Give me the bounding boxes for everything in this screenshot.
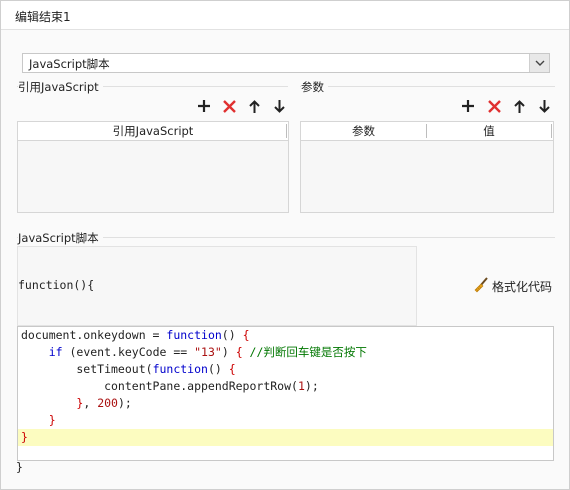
code-token: "13" xyxy=(194,345,222,359)
broom-icon xyxy=(473,277,489,296)
table-header: 参数 值 xyxy=(301,122,553,141)
code-token: (event.keyCode == xyxy=(62,345,195,359)
format-code-label: 格式化代码 xyxy=(492,280,553,294)
ref-js-table[interactable]: 引用JavaScript xyxy=(17,121,289,213)
script-group-label: JavaScript脚本 xyxy=(18,230,103,246)
code-token: () xyxy=(221,328,243,342)
params-group-label: 参数 xyxy=(301,79,328,95)
code-token: ); xyxy=(117,396,132,410)
format-code-button[interactable]: 格式化代码 xyxy=(473,277,552,296)
ref-js-group-label: 引用JavaScript xyxy=(18,79,103,95)
code-token: ); xyxy=(304,379,319,393)
code-line[interactable]: } xyxy=(18,412,553,429)
column-header-ref-js[interactable]: 引用JavaScript xyxy=(18,122,288,140)
code-token: 1 xyxy=(297,379,305,393)
code-token: () xyxy=(207,362,229,376)
function-footer-text: } xyxy=(16,460,23,474)
function-header-text: function(){ xyxy=(18,278,95,292)
code-editor[interactable]: document.onkeydown = function() { if (ev… xyxy=(17,326,554,461)
dialog-window: 编辑结束1 JavaScript脚本 引用JavaScript 引用JavaSc… xyxy=(0,0,570,490)
window-title: 编辑结束1 xyxy=(15,10,71,24)
column-header-param[interactable]: 参数 xyxy=(301,122,426,140)
delete-x-icon[interactable] xyxy=(220,97,238,115)
column-divider xyxy=(286,124,287,138)
code-token: , xyxy=(83,396,98,410)
delete-x-icon[interactable] xyxy=(485,97,503,115)
params-table[interactable]: 参数 值 xyxy=(300,121,554,213)
code-token: { xyxy=(242,328,250,342)
column-header-value[interactable]: 值 xyxy=(427,122,551,140)
column-divider xyxy=(551,124,552,138)
code-line[interactable]: contentPane.appendReportRow(1); xyxy=(18,378,553,395)
code-line[interactable]: document.onkeydown = function() { xyxy=(18,327,553,344)
plus-icon[interactable] xyxy=(459,97,477,115)
code-token: { xyxy=(228,362,236,376)
code-line[interactable]: }, 200); xyxy=(18,395,553,412)
code-token: function xyxy=(152,362,208,376)
title-bar: 编辑结束1 xyxy=(1,1,569,30)
code-token: document.onkeydown = xyxy=(21,328,167,342)
script-type-select[interactable]: JavaScript脚本 xyxy=(22,53,550,73)
code-line[interactable]: } xyxy=(18,429,553,446)
arrow-up-icon[interactable] xyxy=(245,97,263,115)
script-type-value: JavaScript脚本 xyxy=(29,57,110,71)
code-token: } xyxy=(48,413,56,427)
code-token: contentPane.appendReportRow( xyxy=(21,379,298,393)
code-line[interactable]: setTimeout(function() { xyxy=(18,361,553,378)
code-line[interactable]: if (event.keyCode == "13") { //判断回车键是否按下 xyxy=(18,344,553,361)
chevron-down-icon[interactable] xyxy=(529,54,549,72)
code-token: setTimeout( xyxy=(21,362,153,376)
code-token: if xyxy=(48,345,63,359)
arrow-down-icon[interactable] xyxy=(535,97,553,115)
arrow-down-icon[interactable] xyxy=(270,97,288,115)
code-token: { xyxy=(235,345,243,359)
code-token: 200 xyxy=(97,396,118,410)
arrow-up-icon[interactable] xyxy=(510,97,528,115)
table-header: 引用JavaScript xyxy=(18,122,288,141)
code-token: //判断回车键是否按下 xyxy=(242,345,367,359)
code-token: function xyxy=(166,328,222,342)
code-token: } xyxy=(21,430,28,444)
code-token: ) xyxy=(221,345,236,359)
plus-icon[interactable] xyxy=(195,97,213,115)
group-divider xyxy=(300,86,555,87)
